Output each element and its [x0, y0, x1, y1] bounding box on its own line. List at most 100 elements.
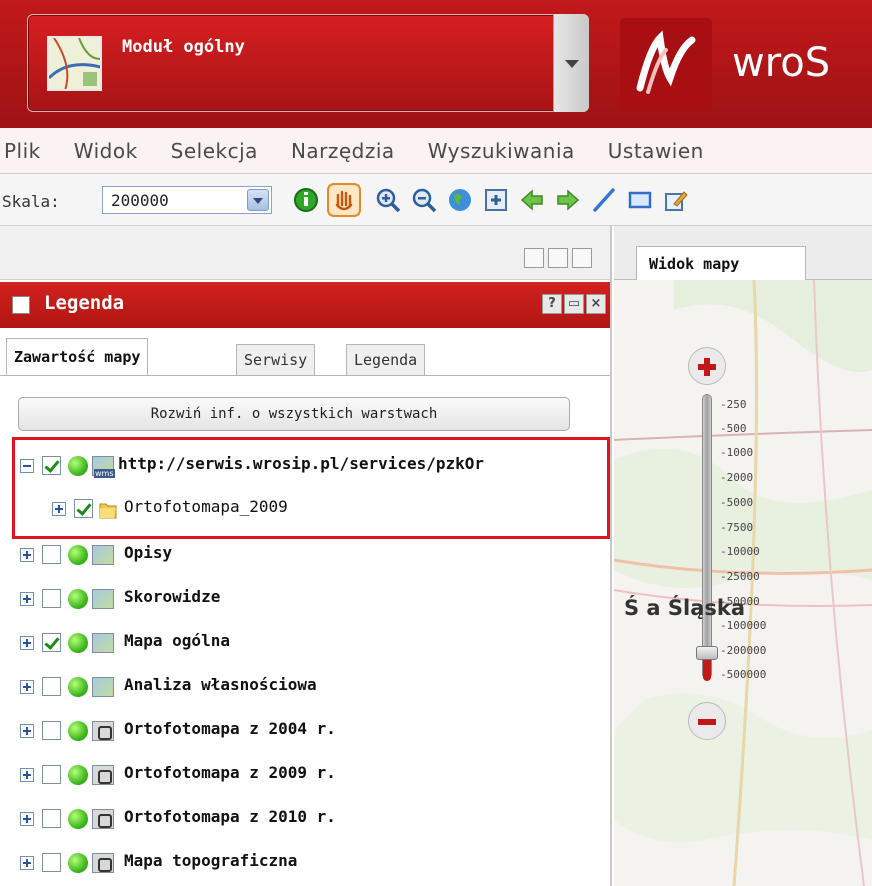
legend-title-bar: Legenda ? ▭ × — [0, 282, 610, 328]
map-tab-bar: Widok mapy — [614, 226, 872, 280]
dock-icon[interactable] — [548, 248, 568, 268]
zoom-slider-track[interactable] — [702, 394, 712, 679]
scale-value: 200000 — [111, 191, 169, 210]
expand-toggle-icon[interactable] — [20, 768, 34, 782]
menu-item-narzedzia[interactable]: Narzędzia — [291, 139, 395, 163]
layer-label[interactable]: Ortofotomapa z 2009 r. — [124, 763, 336, 782]
module-dropdown-button[interactable] — [553, 14, 589, 112]
cached-layer-icon — [92, 765, 114, 785]
scale-label: Skala: — [2, 192, 60, 211]
layer-label[interactable]: Analiza własnościowa — [124, 675, 317, 694]
zoom-scale-tick[interactable]: -250 — [720, 398, 747, 411]
pan-hand-icon[interactable] — [327, 183, 361, 217]
edit-icon[interactable] — [662, 186, 690, 214]
scale-select[interactable]: 200000 — [102, 186, 272, 214]
collapse-left-icon[interactable] — [524, 248, 544, 268]
layer-label[interactable]: Mapa topograficzna — [124, 851, 297, 870]
expand-toggle-icon[interactable] — [20, 856, 34, 870]
expand-all-layers-button[interactable]: Rozwiń inf. o wszystkich warstwach — [18, 397, 570, 431]
tab-zawartosc-mapy[interactable]: Zawartość mapy — [6, 338, 149, 376]
zoom-scale-tick[interactable]: -7500 — [720, 521, 753, 534]
help-icon[interactable]: ? — [542, 294, 562, 314]
expand-toggle-icon[interactable] — [52, 502, 66, 516]
layer-label[interactable]: Ortofotomapa_2009 — [124, 497, 288, 516]
layer-label[interactable]: Mapa ogólna — [124, 631, 230, 650]
layer-checkbox[interactable] — [42, 721, 61, 740]
measure-line-icon[interactable] — [590, 186, 618, 214]
menu-item-plik[interactable]: Plik — [4, 139, 41, 163]
folder-icon — [99, 503, 117, 519]
full-extent-icon[interactable] — [482, 186, 510, 214]
zoom-scale-tick[interactable]: -100000 — [720, 619, 766, 632]
legend-panel: Legenda ? ▭ × Zawartość mapy Serwisy Leg… — [0, 226, 612, 886]
zoom-out-icon[interactable] — [410, 186, 438, 214]
layer-label[interactable]: http://serwis.wrosip.pl/services/pzkOr — [118, 454, 484, 473]
zoom-scale-tick[interactable]: -10000 — [720, 545, 760, 558]
legend-tabs: Zawartość mapy Serwisy Legenda — [0, 338, 610, 376]
chevron-down-icon — [565, 60, 579, 68]
back-arrow-icon[interactable] — [518, 186, 546, 214]
map-canvas[interactable] — [614, 280, 872, 886]
layer-label[interactable]: Ortofotomapa z 2004 r. — [124, 719, 336, 738]
legend-title: Legenda — [44, 292, 125, 314]
wrosip-logo — [620, 18, 712, 110]
expand-toggle-icon[interactable] — [20, 724, 34, 738]
restore-window-icon[interactable]: ▭ — [564, 294, 584, 314]
layer-status-icon — [68, 589, 88, 609]
collapse-right-icon[interactable] — [572, 248, 592, 268]
chevron-down-icon[interactable] — [247, 189, 269, 211]
layer-checkbox[interactable] — [42, 809, 61, 828]
menu-item-widok[interactable]: Widok — [74, 139, 138, 163]
zoom-slider-handle[interactable] — [696, 646, 718, 660]
tab-widok-mapy[interactable]: Widok mapy — [636, 246, 806, 280]
layer-image-icon — [92, 589, 114, 609]
wms-service-icon — [92, 456, 115, 478]
forward-arrow-icon[interactable] — [554, 186, 582, 214]
expand-toggle-icon[interactable] — [20, 636, 34, 650]
module-selector[interactable]: Moduł ogólny — [27, 14, 589, 112]
layer-label[interactable]: Opisy — [124, 543, 172, 562]
zoom-scale-tick[interactable]: -200000 — [720, 644, 766, 657]
expand-toggle-icon[interactable] — [20, 592, 34, 606]
expand-toggle-icon[interactable] — [20, 812, 34, 826]
layer-checkbox[interactable] — [42, 765, 61, 784]
layer-image-icon — [92, 633, 114, 653]
tab-legenda[interactable]: Legenda — [346, 344, 426, 376]
tab-serwisy[interactable]: Serwisy — [236, 344, 316, 376]
zoom-scale-tick[interactable]: -1000 — [720, 446, 753, 459]
expand-toggle-icon[interactable] — [20, 548, 34, 562]
menu-item-wyszukiwania[interactable]: Wyszukiwania — [428, 139, 575, 163]
globe-icon[interactable] — [446, 186, 474, 214]
menu-bar: Plik Widok Selekcja Narzędzia Wyszukiwan… — [0, 128, 872, 174]
map-area: Widok mapy -250 -500 -1000 -2000 -5000 -… — [614, 226, 872, 886]
layer-checkbox[interactable] — [42, 853, 61, 872]
rectangle-select-icon[interactable] — [626, 186, 654, 214]
layer-checkbox[interactable] — [42, 589, 61, 608]
zoom-scale-tick[interactable]: -2000 — [720, 471, 753, 484]
info-icon[interactable] — [292, 186, 320, 214]
zoom-scale-tick[interactable]: -500000 — [720, 668, 766, 681]
cached-layer-icon — [92, 853, 114, 873]
layer-checkbox[interactable] — [74, 499, 93, 518]
cached-layer-icon — [92, 721, 114, 741]
zoom-out-button[interactable] — [688, 702, 726, 740]
layer-label[interactable]: Ortofotomapa z 2010 r. — [124, 807, 336, 826]
layer-checkbox[interactable] — [42, 456, 61, 475]
layer-checkbox[interactable] — [42, 633, 61, 652]
zoom-scale-tick[interactable]: -500 — [720, 422, 747, 435]
close-icon[interactable]: × — [586, 294, 606, 314]
layer-checkbox[interactable] — [42, 677, 61, 696]
collapse-toggle-icon[interactable] — [20, 459, 34, 473]
menu-item-selekcja[interactable]: Selekcja — [171, 139, 258, 163]
layer-checkbox[interactable] — [42, 545, 61, 564]
zoom-in-button[interactable] — [688, 347, 726, 385]
layer-row: Analiza własnościowa — [0, 672, 610, 702]
zoom-in-icon[interactable] — [374, 186, 402, 214]
panel-top-strip — [0, 226, 610, 280]
zoom-scale-tick[interactable]: -5000 — [720, 496, 753, 509]
zoom-scale-tick[interactable]: -25000 — [720, 570, 760, 583]
layer-label[interactable]: Skorowidze — [124, 587, 220, 606]
layer-status-icon — [68, 853, 88, 873]
menu-item-ustawienia[interactable]: Ustawien — [608, 139, 704, 163]
expand-toggle-icon[interactable] — [20, 680, 34, 694]
